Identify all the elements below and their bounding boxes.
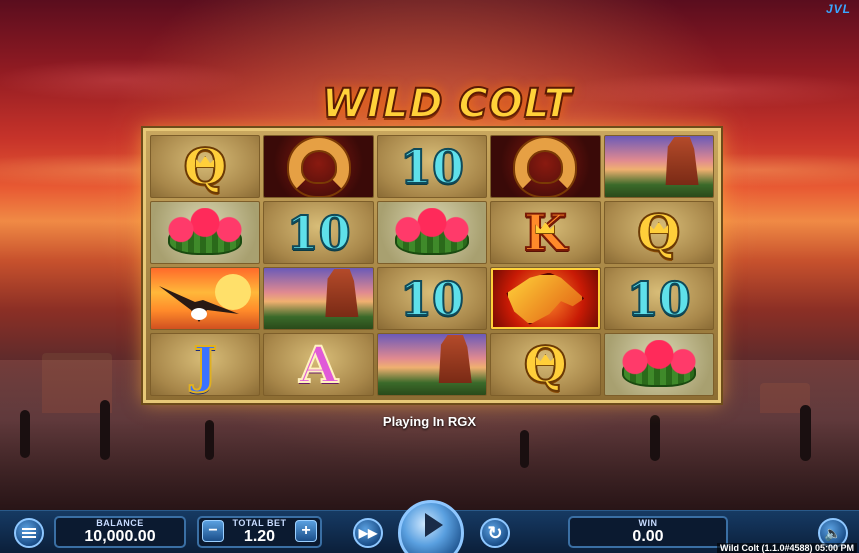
reel-cell: J <box>150 333 261 396</box>
symbol-10: 10 <box>286 205 352 260</box>
reel-cell: A <box>263 333 374 396</box>
symbol-10: 10 <box>399 271 465 326</box>
reel-cell <box>603 333 714 396</box>
reel-cell <box>150 267 261 330</box>
win-label: WIN <box>638 518 658 528</box>
reel-frame: Q1010KQ1010JAQ <box>143 128 721 403</box>
reel-cell: Q <box>603 201 714 264</box>
autoplay-button[interactable]: ↻ <box>480 518 510 548</box>
horseshoe-icon <box>288 137 349 196</box>
reel-cell <box>376 333 488 396</box>
cactus-flower-icon <box>391 208 472 244</box>
bet-increase-button[interactable]: + <box>295 520 317 542</box>
sun-icon <box>215 274 252 310</box>
reel-cell <box>490 135 601 198</box>
menu-button[interactable] <box>14 518 44 548</box>
cactus-silhouette <box>100 400 110 460</box>
reel-cell: 10 <box>603 267 714 330</box>
autoplay-icon: ↻ <box>487 522 503 543</box>
reel-grid: Q1010KQ1010JAQ <box>150 135 714 396</box>
total-bet-label: TOTAL BET <box>232 518 287 528</box>
symbol-a: A <box>298 334 339 394</box>
reel-cell: 10 <box>263 201 374 264</box>
balance-value: 10,000.00 <box>84 528 156 545</box>
horseshoe-icon <box>515 137 576 196</box>
reel-cell <box>490 267 601 330</box>
total-bet-value: 1.20 <box>243 528 276 545</box>
reel-cell: 10 <box>376 267 488 330</box>
cactus-silhouette <box>520 430 529 468</box>
reel-cell: Q <box>490 333 601 396</box>
reel-cell <box>150 201 261 264</box>
reel-cell: Q <box>150 135 261 198</box>
reel-cell: K <box>490 201 601 264</box>
balance-label: BALANCE <box>96 518 144 528</box>
symbol-j: J <box>192 334 218 394</box>
win-panel: WIN 0.00 <box>568 516 728 548</box>
fast-forward-button[interactable]: ▶▶ <box>353 518 383 548</box>
cactus-flower-icon <box>618 340 699 376</box>
win-value: 0.00 <box>632 528 664 545</box>
bet-decrease-button[interactable]: − <box>202 520 224 542</box>
status-message: Playing In RGX <box>382 414 477 429</box>
reel-cell <box>263 135 374 198</box>
cactus-flower-icon <box>165 208 246 244</box>
eagle-head <box>191 308 207 320</box>
reel-cell <box>603 135 714 198</box>
reel-cell: 10 <box>376 135 488 198</box>
symbol-10: 10 <box>626 271 692 326</box>
symbol-10: 10 <box>399 139 465 194</box>
reel-cell <box>376 201 488 264</box>
speaker-icon: 🔈 <box>824 524 842 541</box>
balance-panel: BALANCE 10,000.00 <box>54 516 186 548</box>
horse-icon <box>506 272 585 325</box>
mesa-icon <box>325 269 359 317</box>
play-icon <box>425 513 443 537</box>
mesa-icon <box>665 137 699 185</box>
brand-logo: JVL <box>825 2 851 16</box>
mesa-icon <box>438 335 472 383</box>
game-title: WILD COLT <box>266 80 628 128</box>
menu-icon <box>22 528 36 538</box>
reel-cell <box>263 267 374 330</box>
fast-forward-icon: ▶▶ <box>358 526 378 540</box>
version-text: Wild Colt (1.1.0#4588) 05:00 PM <box>717 543 857 553</box>
